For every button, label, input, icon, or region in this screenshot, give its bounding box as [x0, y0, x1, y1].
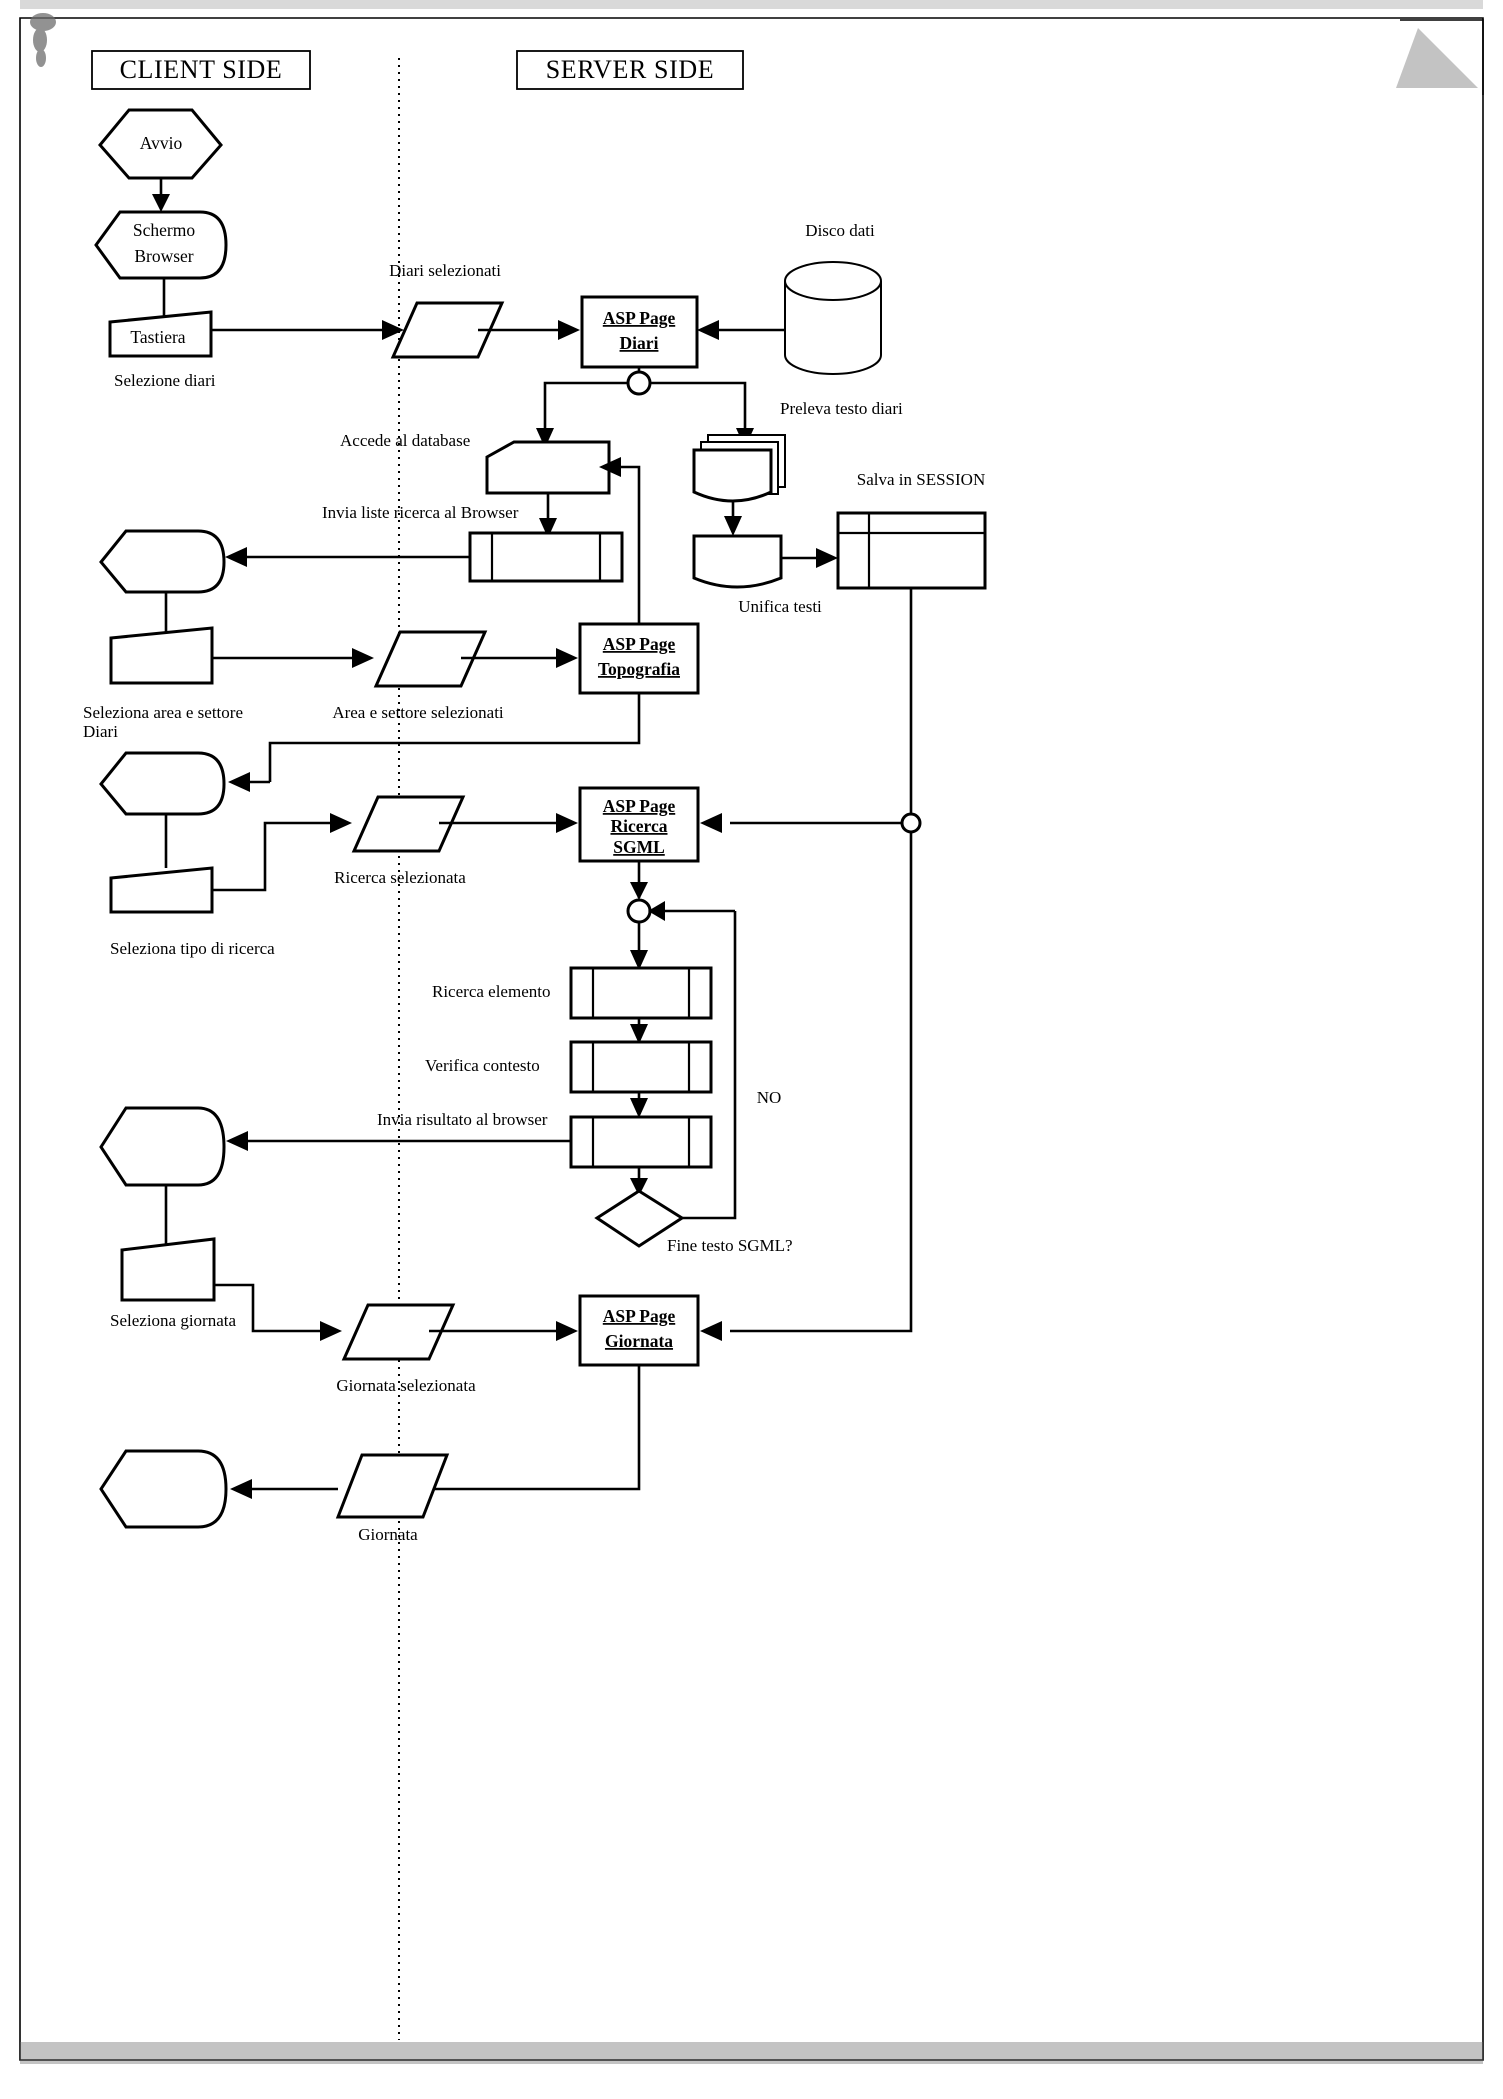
label-unifica-testi: Unifica testi — [738, 597, 822, 616]
node-asp-page-diari[interactable]: ASP Page Diari — [580, 295, 699, 369]
node-session-storage[interactable] — [836, 511, 987, 590]
junction-session-rail — [900, 812, 922, 834]
junction-loop-sgml — [626, 898, 652, 924]
arrow-giornatapar-aspgiornata — [556, 1321, 578, 1341]
edge-junction-to-docs — [650, 381, 747, 430]
node-tastiera[interactable]: Tastiera — [108, 310, 213, 358]
arrow-ricerca-aspricerca — [556, 813, 578, 833]
node-asp-giornata-line2: Giornata — [605, 1331, 673, 1351]
arrow-liste-client — [225, 547, 247, 567]
label-giornata-selezionata: Giornata selezionata — [336, 1376, 476, 1395]
junction-diari — [626, 370, 652, 396]
node-client-display-risultato[interactable] — [99, 1106, 226, 1187]
scan-artifacts — [20, 0, 1483, 2064]
client-side-title: CLIENT SIDE — [120, 55, 283, 84]
node-asp-diari-line2: Diari — [620, 333, 659, 353]
header-server-side: SERVER SIDE — [516, 50, 744, 90]
label-seleziona-area-settore-line2: Diari — [83, 722, 118, 741]
header-client-side: CLIENT SIDE — [91, 50, 311, 90]
node-invia-risultato-process[interactable] — [569, 1115, 713, 1169]
node-giornata-parallelogram[interactable] — [335, 1453, 450, 1519]
node-database[interactable] — [485, 440, 611, 495]
arrow-tastiera3-ricerca — [330, 813, 352, 833]
arrow-loop-return — [648, 901, 665, 921]
node-unifica-testi[interactable] — [692, 534, 783, 589]
node-avvio-label: Avvio — [140, 133, 183, 153]
node-ricerca-elemento-process[interactable] — [569, 966, 713, 1020]
arrow-area-topografia — [556, 648, 578, 668]
arrow-session-aspgiornata — [700, 1321, 722, 1341]
label-diari-selezionati: Diari selezionati — [389, 261, 501, 280]
node-client-display-finale[interactable] — [99, 1449, 228, 1529]
arrow-avvio-schermo — [152, 194, 170, 212]
node-schermo-browser-line1: Schermo — [133, 220, 195, 240]
arrow-aspricerca-loop — [630, 882, 648, 900]
arrow-disco-aspdiari — [697, 320, 719, 340]
label-selezione-diari: Selezione diari — [114, 371, 216, 390]
node-asp-ricerca-line3: SGML — [613, 837, 665, 857]
arrow-tastiera2-area — [352, 648, 374, 668]
node-asp-topografia-line1: ASP Page — [603, 634, 676, 654]
node-client-display-liste[interactable] — [99, 529, 226, 594]
node-tastiera-tipo-ricerca[interactable] — [109, 866, 214, 914]
node-asp-page-ricerca-sgml[interactable]: ASP Page Ricerca SGML — [578, 786, 700, 863]
node-invia-liste-process[interactable] — [468, 531, 624, 583]
arrow-verifica-invia — [630, 1098, 648, 1118]
arrow-diarisel-aspdiari — [558, 320, 580, 340]
flowchart-page: CLIENT SIDE SERVER SIDE Avvio Schermo Br… — [0, 0, 1503, 2099]
label-no: NO — [757, 1088, 782, 1107]
arrow-unifica-session — [816, 548, 838, 568]
node-tastiera-giornata[interactable] — [120, 1237, 216, 1302]
node-avvio[interactable]: Avvio — [98, 108, 223, 180]
label-accede-al-database: Accede al database — [340, 431, 470, 450]
node-documenti-stack[interactable] — [692, 434, 786, 503]
arrow-tastiera4-giornata — [320, 1321, 342, 1341]
edge-session-to-aspgiornata — [730, 831, 913, 1333]
node-verifica-contesto-process[interactable] — [569, 1040, 713, 1094]
label-invia-liste-ricerca: Invia liste ricerca al Browser — [322, 503, 519, 522]
label-preleva-testo-diari: Preleva testo diari — [780, 399, 903, 418]
label-seleziona-area-settore-line1: Seleziona area e settore — [83, 703, 243, 722]
node-client-display-ricerca[interactable] — [99, 751, 226, 816]
node-asp-diari-line1: ASP Page — [603, 308, 676, 328]
arrow-giornata-final — [230, 1479, 252, 1499]
node-tastiera-label: Tastiera — [130, 327, 185, 347]
arrow-session-aspricerca — [700, 813, 722, 833]
label-fine-testo-sgml: Fine testo SGML? — [667, 1236, 793, 1255]
node-asp-page-giornata[interactable]: ASP Page Giornata — [578, 1294, 700, 1367]
node-asp-giornata-line1: ASP Page — [603, 1306, 676, 1326]
edge-junction-to-db — [543, 381, 628, 430]
node-asp-topografia-line2: Topografia — [598, 659, 680, 679]
node-tastiera-area-settore[interactable] — [109, 626, 214, 685]
node-asp-page-topografia[interactable]: ASP Page Topografia — [578, 622, 700, 695]
label-giornata: Giornata — [358, 1525, 418, 1544]
server-side-title: SERVER SIDE — [546, 55, 714, 84]
label-disco-dati: Disco dati — [805, 221, 875, 240]
page-border — [19, 17, 1484, 2061]
node-asp-ricerca-line1: ASP Page — [603, 796, 676, 816]
label-salva-in-session: Salva in SESSION — [857, 470, 985, 489]
arrow-topografia-client3 — [228, 772, 250, 792]
edge-session-to-aspricerca — [730, 588, 913, 825]
node-schermo-browser-line2: Browser — [134, 246, 193, 266]
label-verifica-contesto: Verifica contesto — [425, 1056, 540, 1075]
label-invia-risultato-browser: Invia risultato al browser — [377, 1110, 548, 1129]
label-ricerca-selezionata: Ricerca selezionata — [334, 868, 466, 887]
label-seleziona-giornata: Seleziona giornata — [110, 1311, 236, 1330]
node-schermo-browser[interactable]: Schermo Browser — [94, 210, 228, 280]
label-seleziona-tipo-ricerca: Seleziona tipo di ricerca — [110, 939, 275, 958]
arrow-docs-unifica — [724, 516, 742, 536]
arrow-invia-client4 — [226, 1131, 248, 1151]
node-asp-ricerca-line2: Ricerca — [610, 816, 667, 836]
edge-tastiera3-to-ricerca-par — [212, 821, 330, 892]
label-ricerca-elemento: Ricerca elemento — [432, 982, 550, 1001]
node-disco-dati[interactable] — [784, 261, 882, 375]
label-area-settore-selezionati: Area e settore selezionati — [332, 703, 504, 722]
